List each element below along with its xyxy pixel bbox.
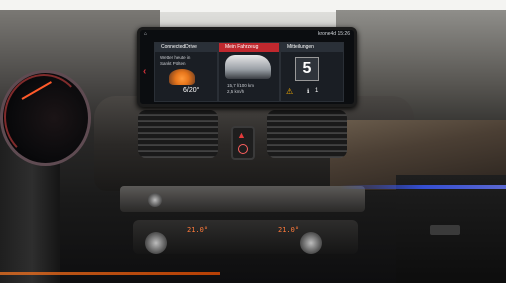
climate-control-panel[interactable] [133, 220, 358, 254]
chevron-left-icon[interactable]: ‹ [143, 66, 146, 77]
hazard-triangle-icon: ▲ [237, 130, 246, 140]
climate-temp-left: 21.0° [187, 226, 209, 234]
car-interior-photo: ▲ ⌂ krone4d 15:26 ‹ ConnectedDrive Wette… [0, 0, 506, 283]
hazard-button[interactable]: ▲ [231, 126, 255, 160]
status-bar: ⌂ krone4d 15:26 [140, 30, 354, 39]
power-icon [238, 144, 248, 154]
speed-value: 2,5 km/h [227, 89, 245, 94]
vehicle-info: 15,7 l/100 km 2,5 km/h [227, 83, 254, 95]
info-count: 1 [315, 88, 319, 94]
temperature-knob-right[interactable] [300, 232, 322, 254]
volume-knob[interactable] [148, 193, 162, 207]
info-icon: ℹ [307, 89, 310, 95]
tile-title: Mitteilungen [281, 43, 343, 52]
infotainment-screen[interactable]: ⌂ krone4d 15:26 ‹ ConnectedDrive Wetter … [137, 27, 357, 107]
weather-line-2: Sankt Pölten [160, 60, 186, 66]
car-icon [225, 55, 271, 79]
storm-cloud-icon [169, 69, 195, 85]
ambient-light-orange [0, 272, 220, 275]
warning-triangle-icon: ⚠ [286, 87, 294, 96]
air-vent-right[interactable] [267, 110, 347, 158]
tile-connecteddrive[interactable]: ConnectedDrive Wetter heute in Sankt Pöl… [154, 42, 218, 102]
weather-line-1: Wetter heute in [160, 55, 191, 60]
glovebox-handle[interactable] [430, 225, 460, 235]
air-vent-left[interactable] [138, 110, 218, 158]
tile-title: Mein Fahrzeug [219, 43, 279, 52]
ambient-light-blue [340, 185, 506, 189]
tile-title: ConnectedDrive [155, 43, 217, 52]
temperature-knob-left[interactable] [145, 232, 167, 254]
status-right-text: krone4d 15:26 [318, 31, 350, 37]
weather-temperature: 6/20° [183, 87, 200, 94]
tile-mitteilungen[interactable]: Mitteilungen 5 ⚠ ℹ 1 [280, 42, 344, 102]
weather-location: Wetter heute in Sankt Pölten [160, 55, 190, 66]
tile-mein-fahrzeug[interactable]: Mein Fahrzeug 15,7 l/100 km 2,5 km/h [218, 42, 280, 102]
climate-temp-right: 21.0° [278, 226, 300, 234]
home-icon[interactable]: ⌂ [144, 30, 147, 39]
calendar-icon: 5 [295, 57, 319, 81]
